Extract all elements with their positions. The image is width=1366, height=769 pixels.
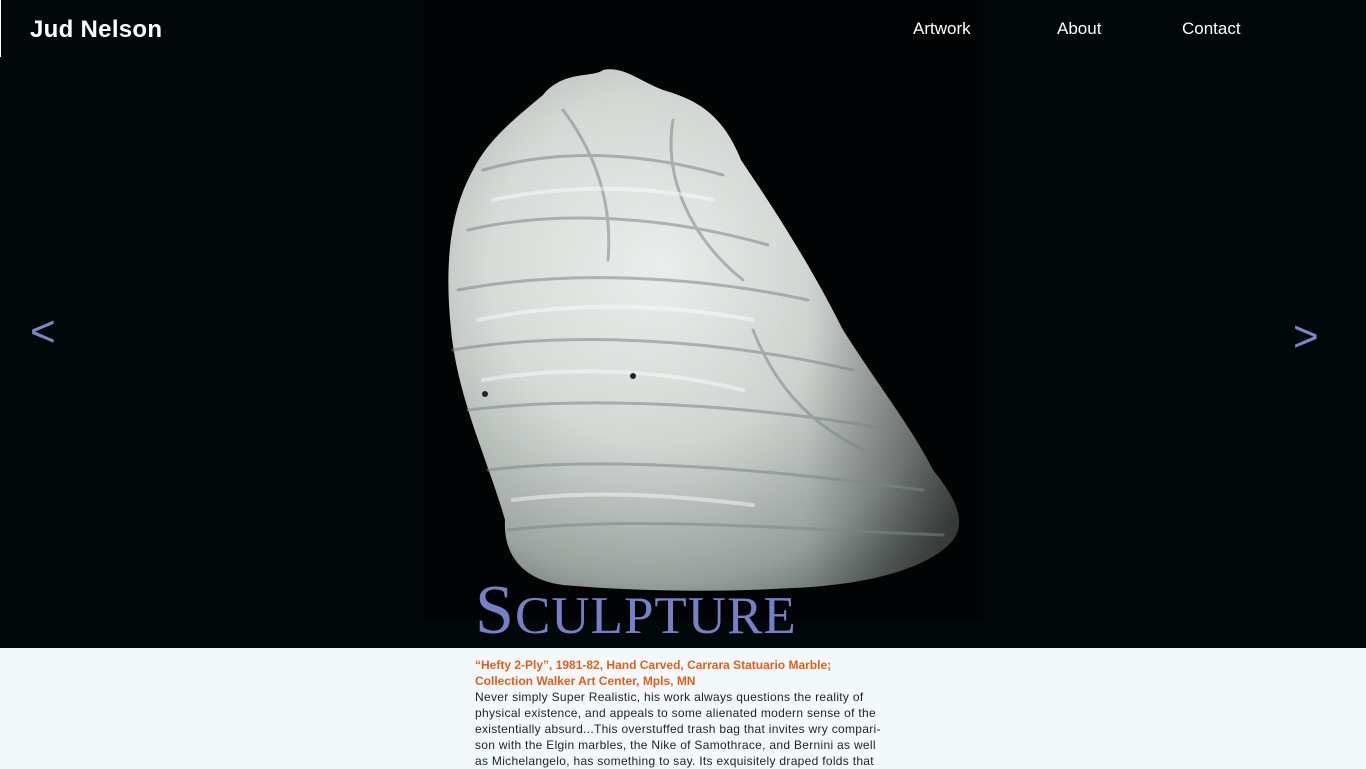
hero-banner: Jud Nelson Artwork About Contact < > SCU…	[0, 0, 1366, 648]
section-title: SCULPTURE	[475, 566, 797, 648]
description-line: physical existence, and appeals to some …	[475, 706, 876, 720]
nav-link-artwork[interactable]: Artwork	[913, 19, 971, 39]
artwork-credit: “Hefty 2-Ply”, 1981-82, Hand Carved, Car…	[475, 657, 895, 689]
nav-link-about[interactable]: About	[1057, 19, 1101, 39]
description-line: son with the Elgin marbles, the Nike of …	[475, 738, 876, 752]
prev-slide-button[interactable]: <	[30, 310, 56, 354]
artwork-credit-line: “Hefty 2-Ply”, 1981-82, Hand Carved, Car…	[475, 658, 832, 672]
artwork-credit-line: Collection Walker Art Center, Mpls, MN	[475, 674, 696, 688]
description-line: existentially absurd...This overstuffed …	[475, 722, 881, 736]
section-title-rest: CULPTURE	[514, 587, 797, 645]
next-slide-button[interactable]: >	[1293, 315, 1319, 359]
nav-link-contact[interactable]: Contact	[1182, 19, 1241, 39]
sculpture-photo	[423, 0, 983, 620]
section-title-initial: S	[475, 572, 515, 648]
artwork-description: Never simply Super Realistic, his work a…	[475, 689, 895, 769]
main-nav: Artwork About Contact	[0, 19, 1366, 43]
description-line: as Michelangelo, has something to say. I…	[475, 754, 874, 768]
description-line: Never simply Super Realistic, his work a…	[475, 690, 864, 704]
artwork-caption: “Hefty 2-Ply”, 1981-82, Hand Carved, Car…	[475, 657, 895, 769]
